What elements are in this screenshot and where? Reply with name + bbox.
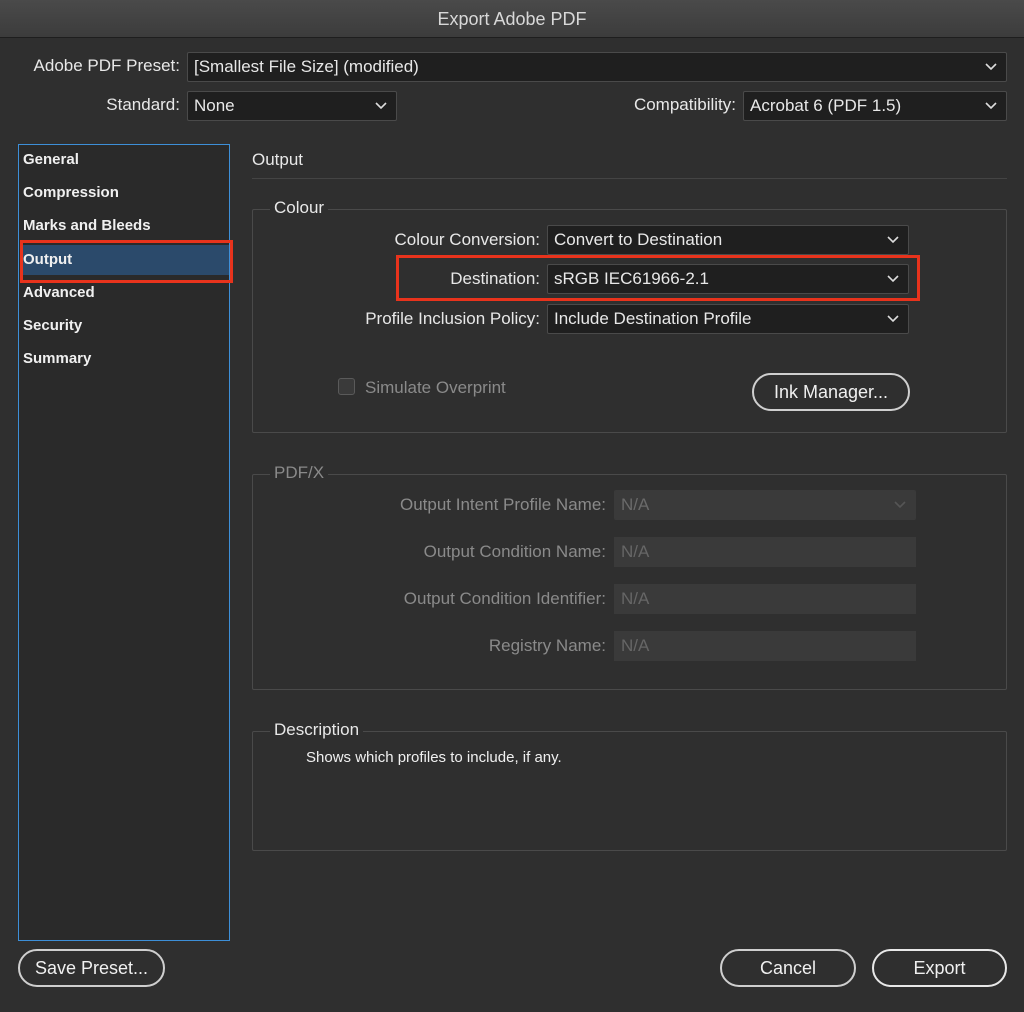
destination-dropdown[interactable]: sRGB IEC61966-2.1 (547, 264, 909, 294)
standard-value: None (194, 96, 235, 115)
chevron-down-icon (374, 92, 388, 120)
sidebar-item-output[interactable]: Output (23, 245, 229, 275)
chevron-down-icon (886, 265, 900, 293)
standard-dropdown[interactable]: None (187, 91, 397, 121)
description-text: Shows which profiles to include, if any. (306, 749, 562, 766)
export-button[interactable]: Export (872, 949, 1007, 987)
chevron-down-icon (984, 53, 998, 81)
chevron-down-icon (984, 92, 998, 120)
sidebar-item-advanced[interactable]: Advanced (23, 278, 229, 308)
preset-value: [Smallest File Size] (modified) (194, 57, 419, 76)
sidebar-item-marks-and-bleeds[interactable]: Marks and Bleeds (23, 211, 229, 241)
chevron-down-icon (893, 491, 907, 519)
registry-name-field[interactable]: N/A (614, 631, 916, 661)
registry-name-label: Registry Name: (488, 636, 606, 655)
output-intent-value: N/A (621, 495, 650, 514)
output-condition-name-field[interactable]: N/A (614, 537, 916, 567)
preset-dropdown[interactable]: [Smallest File Size] (modified) (187, 52, 1007, 82)
standard-label: Standard: (106, 95, 180, 114)
output-intent-label: Output Intent Profile Name: (400, 495, 606, 514)
save-preset-button[interactable]: Save Preset... (18, 949, 165, 987)
page-title: Output (252, 150, 304, 169)
sidebar-item-general[interactable]: General (23, 145, 229, 175)
chevron-down-icon (886, 226, 900, 254)
title-divider (252, 178, 1007, 179)
colour-conversion-value: Convert to Destination (554, 230, 723, 249)
colour-conversion-dropdown[interactable]: Convert to Destination (547, 225, 909, 255)
colour-group-title: Colour (270, 198, 329, 218)
compatibility-value: Acrobat 6 (PDF 1.5) (750, 96, 902, 115)
pdfx-group-title: PDF/X (270, 463, 329, 483)
colour-conversion-label: Colour Conversion: (394, 230, 540, 249)
description-group-title: Description (270, 720, 364, 740)
compatibility-label: Compatibility: (633, 95, 736, 114)
output-condition-identifier-label: Output Condition Identifier: (403, 589, 606, 608)
output-condition-identifier-field[interactable]: N/A (614, 584, 916, 614)
output-condition-name-label: Output Condition Name: (423, 542, 606, 561)
cancel-button[interactable]: Cancel (720, 949, 856, 987)
simulate-overprint-checkbox[interactable] (338, 378, 355, 395)
sidebar-item-security[interactable]: Security (23, 311, 229, 341)
compatibility-dropdown[interactable]: Acrobat 6 (PDF 1.5) (743, 91, 1007, 121)
profile-policy-value: Include Destination Profile (554, 309, 752, 328)
ink-manager-button[interactable]: Ink Manager... (752, 373, 910, 411)
profile-policy-dropdown[interactable]: Include Destination Profile (547, 304, 909, 334)
window-title: Export Adobe PDF (0, 0, 1024, 38)
destination-value: sRGB IEC61966-2.1 (554, 269, 709, 288)
category-sidebar: General Compression Marks and Bleeds Out… (18, 144, 230, 941)
chevron-down-icon (886, 305, 900, 333)
output-intent-dropdown[interactable]: N/A (614, 490, 916, 520)
sidebar-item-compression[interactable]: Compression (23, 178, 229, 208)
profile-policy-label: Profile Inclusion Policy: (365, 309, 540, 328)
preset-label: Adobe PDF Preset: (33, 56, 180, 75)
simulate-overprint-label: Simulate Overprint (365, 378, 506, 397)
destination-label: Destination: (450, 269, 540, 288)
sidebar-item-summary[interactable]: Summary (23, 344, 229, 374)
